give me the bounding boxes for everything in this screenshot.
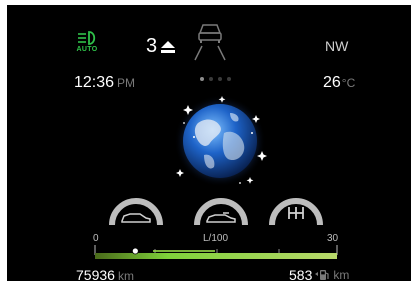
scale-min-label: 0: [93, 233, 99, 244]
scale-unit-label: L/100: [203, 233, 229, 244]
gauge-gear-shift: [267, 187, 325, 227]
eco-globe: [164, 93, 276, 189]
gear-indicator: 3: [146, 35, 176, 58]
odometer-value: 75936: [76, 267, 115, 281]
gauge-acceleration: [107, 187, 165, 227]
odometer: 75936 km: [76, 267, 134, 281]
current-consumption-marker: [131, 247, 139, 255]
clock-time: 12:36: [74, 74, 115, 91]
fuel-pump-icon: [315, 270, 329, 280]
gear-shift-icon: [288, 207, 304, 219]
auto-headlight-indicator: AUTO: [72, 31, 102, 53]
gauge-arc: [109, 198, 163, 226]
compass-heading: NW: [325, 38, 349, 54]
gauge-arc: [269, 198, 323, 226]
clock-period: PM: [117, 76, 136, 90]
vehicle-side-icon: [121, 213, 151, 223]
headlight-icon: [78, 31, 96, 45]
odometer-unit: km: [117, 269, 134, 281]
page-dot[interactable]: [218, 77, 222, 81]
clock: 12:36 PM: [74, 74, 135, 92]
page-dot[interactable]: [227, 77, 231, 81]
consumption-bar-fill: [95, 253, 337, 259]
temperature-value: 26: [323, 74, 341, 91]
scale-max-label: 30: [327, 233, 339, 244]
fuel-range: 583 km: [289, 267, 349, 281]
auto-label: AUTO: [76, 46, 98, 53]
range-value: 583: [289, 267, 313, 281]
shift-up-icon: [161, 40, 176, 53]
lane-assist-indicator: [193, 21, 227, 66]
gauge-arc: [194, 198, 248, 226]
gear-number: 3: [146, 35, 158, 57]
temperature-unit: °C: [341, 76, 356, 90]
car-front-road-icon: [194, 24, 226, 61]
average-band: [153, 250, 215, 252]
earth-globe-icon: [174, 95, 267, 187]
page-dot[interactable]: [209, 77, 213, 81]
gauge-braking: [192, 187, 250, 227]
page-dot[interactable]: [200, 77, 204, 81]
page-indicator[interactable]: [200, 77, 231, 81]
cluster-screen: AUTO 3 NW 12:36 PM 26°C 0 L/100 30 75936…: [7, 5, 411, 281]
outside-temperature: 26°C: [323, 74, 355, 92]
range-unit: km: [333, 268, 350, 281]
vehicle-side-icon: [206, 212, 236, 223]
eco-gauges: [107, 187, 337, 227]
fuel-consumption-bar: 0 L/100 30: [93, 233, 341, 261]
